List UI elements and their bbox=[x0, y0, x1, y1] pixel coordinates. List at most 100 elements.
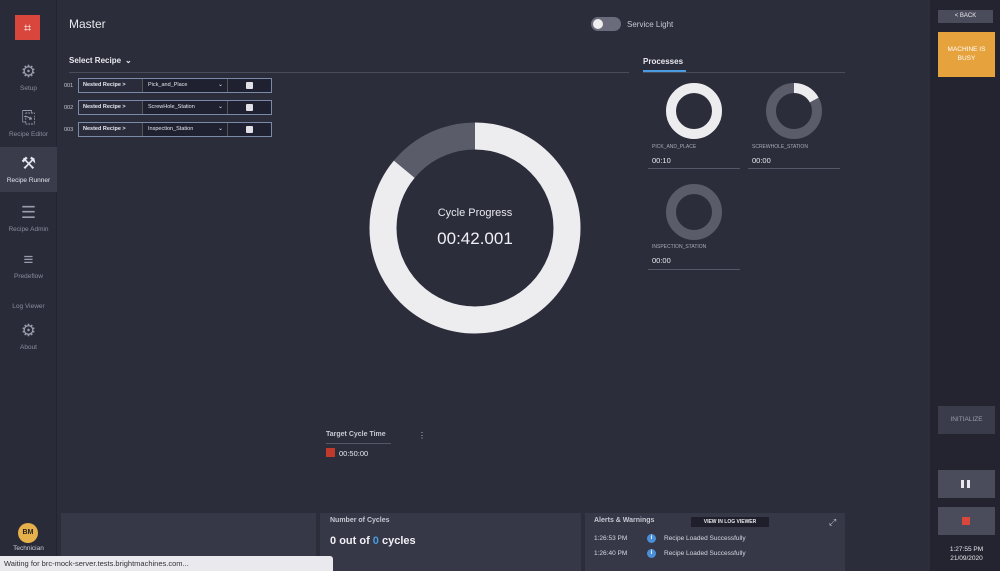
refresh-icon[interactable]: ⤢ bbox=[829, 517, 836, 528]
select-recipe-label: Select Recipe bbox=[69, 56, 122, 65]
info-icon: i bbox=[647, 549, 656, 558]
recipe-name: ScrewHole_Station bbox=[148, 104, 195, 110]
recipe-select[interactable]: Pick_and_Place ⌄ bbox=[143, 79, 227, 92]
process-time: 00:00 bbox=[652, 256, 671, 265]
user-role: Technician bbox=[13, 545, 44, 552]
process-card[interactable]: PICK_AND_PLACE 00:10 bbox=[648, 82, 740, 172]
initialize-button[interactable]: INITIALIZE bbox=[938, 406, 995, 434]
select-recipe-dropdown[interactable]: Select Recipe ⌄ bbox=[69, 56, 132, 65]
cycle-progress-ring bbox=[369, 122, 581, 334]
nav-label: Recipe Editor bbox=[8, 131, 49, 138]
process-name: INSPECTION_STATION bbox=[652, 244, 707, 250]
nested-recipe-label: Nested Recipe bbox=[83, 82, 121, 88]
chevron-down-icon: ⌄ bbox=[217, 82, 223, 88]
avatar[interactable]: BM bbox=[18, 523, 38, 543]
edit-icon bbox=[246, 82, 253, 89]
nested-recipe-button[interactable]: Nested Recipe > bbox=[79, 79, 143, 92]
process-ring-arc bbox=[666, 83, 722, 139]
clock-date: 21/09/2020 bbox=[950, 555, 983, 562]
alert-message: Recipe Loaded Successfully bbox=[664, 535, 746, 542]
process-name: SCREWHOLE_STATION bbox=[752, 144, 808, 150]
process-ring-track bbox=[666, 184, 722, 240]
nav-item-setup[interactable]: ⚙ Setup bbox=[0, 62, 57, 92]
recipe-editor-icon: ⎘ bbox=[21, 108, 36, 127]
cycles-done: 0 bbox=[330, 535, 337, 547]
pause-icon bbox=[967, 480, 970, 488]
info-icon: i bbox=[647, 534, 656, 543]
nav-item-recipe-runner[interactable]: ⚒ Recipe Runner bbox=[0, 147, 57, 192]
target-color-swatch bbox=[326, 448, 335, 457]
stop-icon bbox=[962, 517, 970, 525]
recipe-row-box: Nested Recipe > Pick_and_Place ⌄ bbox=[78, 78, 272, 93]
cycles-total: 0 bbox=[372, 535, 379, 547]
recipe-row: 003 Nested Recipe > Inspection_Station ⌄ bbox=[64, 122, 272, 137]
process-ring bbox=[666, 83, 722, 139]
edit-icon bbox=[246, 126, 253, 133]
left-nav: ⌗ ⚙ Setup ⎘ Recipe Editor ⚒ Recipe Runne… bbox=[0, 0, 57, 571]
cycles-title: Number of Cycles bbox=[330, 517, 390, 524]
gear-icon: ⚙ bbox=[20, 321, 37, 340]
nav-item-predeflow[interactable]: ≡ Predeflow bbox=[0, 250, 57, 280]
service-light-label: Service Light bbox=[627, 20, 674, 29]
nav-item-recipe-editor[interactable]: ⎘ Recipe Editor bbox=[0, 108, 57, 138]
chevron-down-icon: ⌄ bbox=[217, 126, 223, 132]
nested-recipe-button[interactable]: Nested Recipe > bbox=[79, 101, 143, 114]
nav-item-log-viewer[interactable]: Log Viewer bbox=[0, 300, 57, 310]
chevron-down-icon: ⌄ bbox=[125, 56, 132, 65]
recipe-row-box: Nested Recipe > Inspection_Station ⌄ bbox=[78, 122, 272, 137]
nav-label: Log Viewer bbox=[12, 303, 45, 310]
stop-button[interactable] bbox=[938, 507, 995, 535]
clock-time: 1:27:55 PM bbox=[949, 546, 984, 553]
view-log-button[interactable]: VIEW IN LOG VIEWER bbox=[691, 517, 769, 527]
recipe-select[interactable]: ScrewHole_Station ⌄ bbox=[143, 101, 227, 114]
nested-recipe-button[interactable]: Nested Recipe > bbox=[79, 123, 143, 136]
pause-button[interactable] bbox=[938, 470, 995, 498]
alert-time: 1:26:40 PM bbox=[594, 550, 628, 557]
chevron-down-icon: ⌄ bbox=[217, 104, 223, 110]
clock: 1:27:55 PM 21/09/2020 bbox=[938, 545, 995, 563]
tab-processes[interactable]: Processes bbox=[643, 57, 683, 66]
browser-status-bar: Waiting for brc-mock-server.tests.bright… bbox=[0, 556, 333, 571]
alerts-title: Alerts & Warnings bbox=[594, 517, 655, 524]
robot-arm-icon: ⚒ bbox=[20, 154, 37, 173]
recipe-select[interactable]: Inspection_Station ⌄ bbox=[143, 123, 227, 136]
page-title: Master bbox=[69, 17, 106, 31]
edit-button[interactable] bbox=[227, 123, 271, 136]
recipe-row: 002 Nested Recipe > ScrewHole_Station ⌄ bbox=[64, 100, 272, 115]
nav-item-recipe-admin[interactable]: ☰ Recipe Admin bbox=[0, 203, 57, 233]
process-time: 00:10 bbox=[652, 156, 671, 165]
alert-time: 1:26:53 PM bbox=[594, 535, 628, 542]
process-time: 00:00 bbox=[752, 156, 771, 165]
recipe-row-number: 001 bbox=[64, 82, 74, 89]
recipe-name: Inspection_Station bbox=[148, 126, 194, 132]
divider bbox=[643, 72, 845, 73]
process-card[interactable]: INSPECTION_STATION 00:00 bbox=[648, 183, 740, 273]
recipe-row-box: Nested Recipe > ScrewHole_Station ⌄ bbox=[78, 100, 272, 115]
cycles-pre: out of bbox=[339, 535, 370, 547]
cycles-value: 0 out of 0 cycles bbox=[330, 535, 416, 547]
nav-item-about[interactable]: ⚙ About bbox=[0, 321, 57, 351]
process-card[interactable]: SCREWHOLE_STATION 00:00 bbox=[748, 82, 840, 172]
kebab-menu-icon[interactable]: ⋮ bbox=[418, 431, 426, 440]
target-cycle-value: 00:50:00 bbox=[339, 449, 369, 458]
edit-button[interactable] bbox=[227, 101, 271, 114]
nav-label: About bbox=[20, 344, 37, 351]
alert-message: Recipe Loaded Successfully bbox=[664, 550, 746, 557]
recipe-row-number: 003 bbox=[64, 126, 74, 133]
cycles-post: cycles bbox=[381, 535, 416, 547]
divider bbox=[69, 72, 629, 73]
process-ring bbox=[666, 184, 722, 240]
nav-label: Predeflow bbox=[14, 273, 43, 280]
edit-button[interactable] bbox=[227, 79, 271, 92]
service-light-toggle[interactable] bbox=[591, 17, 621, 31]
divider bbox=[326, 443, 391, 444]
lines-icon: ≡ bbox=[23, 250, 34, 269]
back-button[interactable]: < BACK bbox=[938, 10, 993, 23]
toggle-knob bbox=[593, 19, 603, 29]
logo-icon[interactable]: ⌗ bbox=[15, 15, 40, 40]
nested-recipe-label: Nested Recipe bbox=[83, 126, 121, 132]
nav-label: Recipe Admin bbox=[8, 226, 49, 233]
list-icon: ☰ bbox=[20, 203, 37, 222]
machine-busy-indicator: MACHINE IS BUSY bbox=[938, 32, 995, 77]
process-ring bbox=[766, 83, 822, 139]
